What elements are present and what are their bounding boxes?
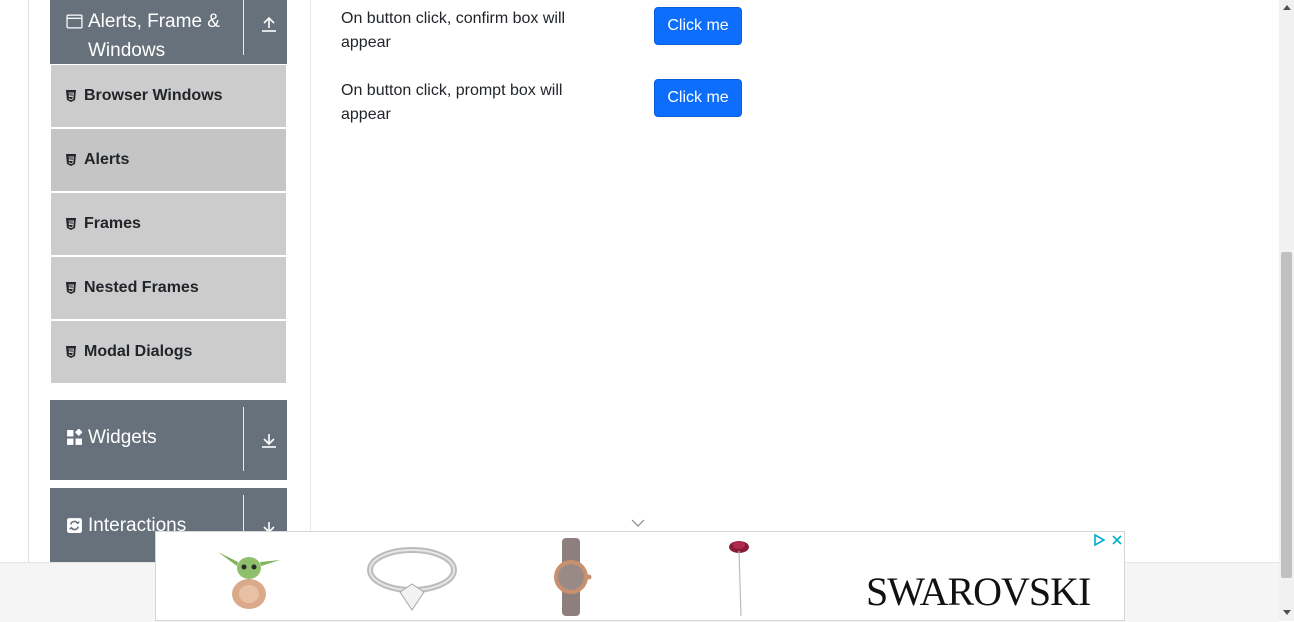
ad-watch-image xyxy=(554,538,592,616)
html5-icon xyxy=(66,90,76,102)
sidebar-item-label: Browser Windows xyxy=(84,87,223,104)
sidebar-item-label: Frames xyxy=(84,215,141,232)
browser-window-icon xyxy=(66,14,83,29)
content-left-border xyxy=(28,0,29,562)
scrollbar-thumb[interactable] xyxy=(1281,252,1292,578)
ad-flower-image xyxy=(729,541,749,616)
sidebar-item-label: Alerts xyxy=(84,151,130,168)
ad-figurine-image xyxy=(218,552,280,609)
prompt-button[interactable]: Click me xyxy=(654,79,742,117)
html5-icon xyxy=(66,154,76,166)
sidebar-item-alerts[interactable]: Alerts xyxy=(51,129,286,191)
html5-icon xyxy=(66,282,76,294)
group-header-alerts-frame-windows[interactable]: Alerts, Frame & Windows xyxy=(50,0,287,64)
confirm-alert-description: On button click, confirm box will appear xyxy=(341,10,566,51)
sidebar-item-label: Nested Frames xyxy=(84,279,199,296)
header-separator xyxy=(243,407,244,471)
prompt-alert-description: On button click, prompt box will appear xyxy=(341,82,563,123)
widgets-grid-icon xyxy=(67,429,83,445)
html5-icon xyxy=(66,218,76,230)
ad-brand-logo: SWAROVSKI xyxy=(866,569,1091,614)
page-scrollbar[interactable] xyxy=(1279,0,1294,621)
sidebar-divider xyxy=(310,0,311,531)
sidebar-item-modal-dialogs[interactable]: Modal Dialogs xyxy=(51,321,286,383)
group-header-widgets[interactable]: Widgets xyxy=(50,400,287,480)
group-title: Widgets xyxy=(88,427,157,448)
sidebar-item-nested-frames[interactable]: Nested Frames xyxy=(51,257,286,319)
upload-arrow-icon[interactable] xyxy=(257,12,281,36)
sidebar-item-label: Modal Dialogs xyxy=(84,343,193,360)
download-arrow-icon[interactable] xyxy=(257,428,281,452)
scroll-up-arrow-icon[interactable] xyxy=(1283,5,1291,10)
ad-ring-image xyxy=(367,547,457,611)
group-title: Alerts, Frame & Windows xyxy=(88,11,220,61)
confirm-button[interactable]: Click me xyxy=(654,7,742,45)
adchoices-icon[interactable] xyxy=(1092,533,1106,547)
scroll-down-arrow-icon[interactable] xyxy=(1283,610,1291,615)
interactions-icon xyxy=(67,518,82,533)
sidebar-item-browser-windows[interactable]: Browser Windows xyxy=(51,65,286,127)
header-separator xyxy=(243,0,244,55)
html5-icon xyxy=(66,346,76,358)
sidebar-item-frames[interactable]: Frames xyxy=(51,193,286,255)
close-ad-icon[interactable] xyxy=(1111,534,1123,546)
